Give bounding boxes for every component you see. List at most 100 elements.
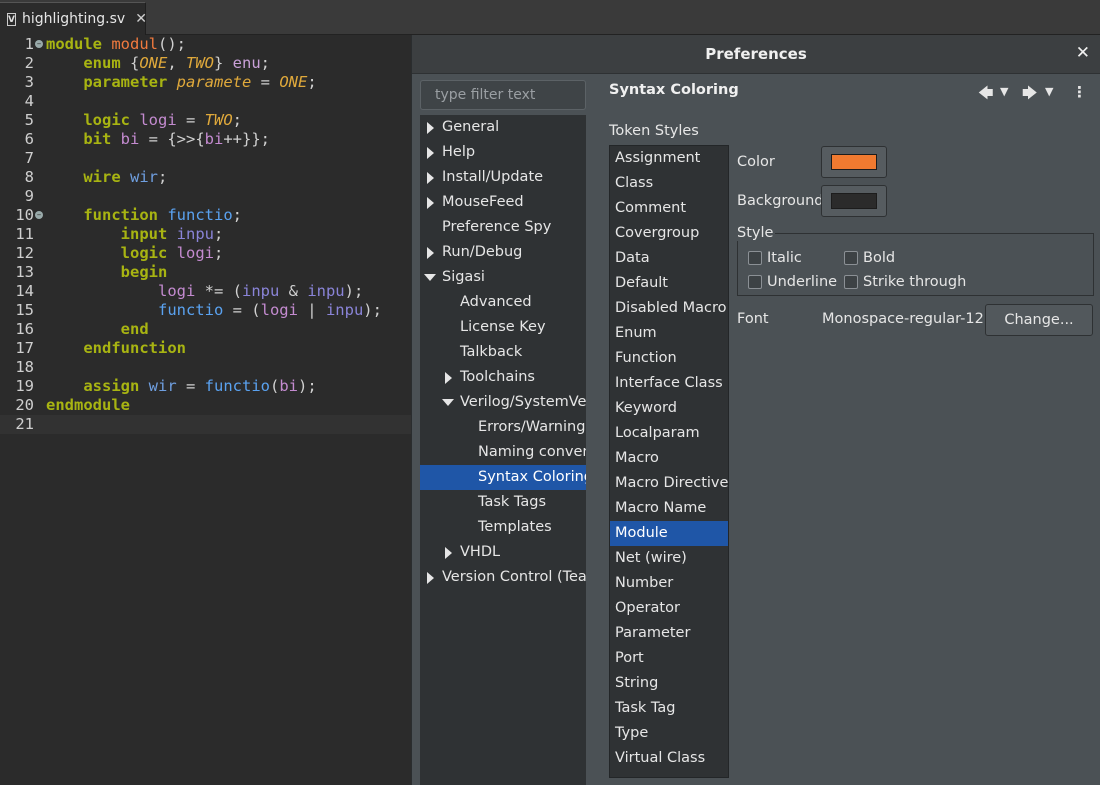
line-number: 10 xyxy=(15,206,34,224)
list-item[interactable]: Virtual Class xyxy=(610,746,728,771)
code-line: 8 wire wir; xyxy=(0,168,412,187)
list-item[interactable]: Enum xyxy=(610,321,728,346)
code-line: 12 logic logi; xyxy=(0,244,412,263)
code-line: 18 xyxy=(0,358,412,377)
close-icon[interactable]: ✕ xyxy=(135,11,147,27)
list-item[interactable]: String xyxy=(610,671,728,696)
font-value: Monospace-regular-12 xyxy=(822,311,984,327)
list-item[interactable]: Macro Directive xyxy=(610,471,728,496)
tree-item-install-update[interactable]: Install/Update xyxy=(420,165,586,190)
line-number: 2 xyxy=(24,54,34,72)
list-item-selected[interactable]: Module xyxy=(610,521,728,546)
tree-item-license-key[interactable]: License Key xyxy=(420,315,586,340)
collapse-arrow-icon[interactable] xyxy=(424,274,436,281)
tree-item-advanced[interactable]: Advanced xyxy=(420,290,586,315)
code-line: 3 parameter paramete = ONE; xyxy=(0,73,412,92)
tree-item-general[interactable]: General xyxy=(420,115,586,140)
close-icon[interactable]: ✕ xyxy=(1076,43,1090,63)
list-item[interactable]: Operator xyxy=(610,596,728,621)
expand-arrow-icon[interactable] xyxy=(445,547,452,559)
line-number: 9 xyxy=(24,187,34,205)
expand-arrow-icon[interactable] xyxy=(427,172,434,184)
tree-item-task-tags[interactable]: Task Tags xyxy=(420,490,586,515)
back-arrow-icon[interactable]: 🡄 xyxy=(978,83,994,108)
tree-item-syntax-coloring[interactable]: Syntax Coloring xyxy=(420,465,586,490)
expand-arrow-icon[interactable] xyxy=(427,572,434,584)
editor-tab-highlighting[interactable]: V highlighting.sv ✕ xyxy=(0,2,147,35)
dialog-title-bar[interactable]: Preferences ✕ xyxy=(412,35,1100,74)
list-item[interactable]: Parameter xyxy=(610,621,728,646)
list-item[interactable]: Net (wire) xyxy=(610,546,728,571)
change-font-button[interactable]: Change... xyxy=(985,304,1093,336)
code-line: 6 bit bi = {>>{bi++}}; xyxy=(0,130,412,149)
more-menu-icon[interactable]: ⋮ xyxy=(1072,83,1087,101)
line-number: 11 xyxy=(15,225,34,243)
filter-input[interactable]: type filter text xyxy=(420,80,586,110)
line-number: 13 xyxy=(15,263,34,281)
tree-item-errors-warnings[interactable]: Errors/Warnings xyxy=(420,415,586,440)
list-item[interactable]: Port xyxy=(610,646,728,671)
underline-label: Underline xyxy=(767,274,838,290)
expand-arrow-icon[interactable] xyxy=(445,372,452,384)
code-line: 5 logic logi = TWO; xyxy=(0,111,412,130)
token-styles-list[interactable]: Assignment Class Comment Covergroup Data… xyxy=(609,145,729,778)
tree-item-preference-spy[interactable]: Preference Spy xyxy=(420,215,586,240)
tree-item-help[interactable]: Help xyxy=(420,140,586,165)
expand-arrow-icon[interactable] xyxy=(427,122,434,134)
list-item[interactable]: Macro Name xyxy=(610,496,728,521)
list-item[interactable]: Type xyxy=(610,721,728,746)
italic-checkbox[interactable] xyxy=(748,251,762,265)
fold-collapse-icon[interactable]: − xyxy=(35,211,43,219)
tree-item-run-debug[interactable]: Run/Debug xyxy=(420,240,586,265)
list-item[interactable]: Covergroup xyxy=(610,221,728,246)
list-item[interactable]: Function xyxy=(610,346,728,371)
list-item[interactable]: Macro xyxy=(610,446,728,471)
tree-item-talkback[interactable]: Talkback xyxy=(420,340,586,365)
line-number: 4 xyxy=(24,92,34,110)
tree-item-sigasi[interactable]: Sigasi xyxy=(420,265,586,290)
tree-item-verilog-systemverilog[interactable]: Verilog/SystemVerilog xyxy=(420,390,586,415)
list-item[interactable]: Data xyxy=(610,246,728,271)
back-history-dropdown-icon[interactable]: ▼ xyxy=(1000,85,1008,98)
tree-item-templates[interactable]: Templates xyxy=(420,515,586,540)
list-item[interactable]: Class xyxy=(610,171,728,196)
collapse-arrow-icon[interactable] xyxy=(442,399,454,406)
list-item[interactable]: Localparam xyxy=(610,421,728,446)
list-item[interactable]: Assignment xyxy=(610,146,728,171)
code-line: 4 xyxy=(0,92,412,111)
list-item[interactable]: Keyword xyxy=(610,396,728,421)
bold-checkbox[interactable] xyxy=(844,251,858,265)
strike-through-checkbox[interactable] xyxy=(844,275,858,289)
line-number: 7 xyxy=(24,149,34,167)
list-item[interactable]: Interface Class xyxy=(610,371,728,396)
expand-arrow-icon[interactable] xyxy=(427,197,434,209)
list-item[interactable]: Comment xyxy=(610,196,728,221)
code-line: 14 logi *= (inpu & inpu); xyxy=(0,282,412,301)
tree-item-version-control[interactable]: Version Control (Team) xyxy=(420,565,586,590)
tree-item-naming-conventions[interactable]: Naming conventions xyxy=(420,440,586,465)
expand-arrow-icon[interactable] xyxy=(427,147,434,159)
underline-checkbox[interactable] xyxy=(748,275,762,289)
tree-item-toolchains[interactable]: Toolchains xyxy=(420,365,586,390)
code-line: 11 input inpu; xyxy=(0,225,412,244)
list-item[interactable]: Task Tag xyxy=(610,696,728,721)
code-editor[interactable]: 1− module modul(); 2 enum {ONE, TWO} enu;… xyxy=(0,35,412,785)
color-swatch xyxy=(831,154,877,170)
tree-item-mousefeed[interactable]: MouseFeed xyxy=(420,190,586,215)
line-number: 3 xyxy=(24,73,34,91)
expand-arrow-icon[interactable] xyxy=(427,247,434,259)
forward-arrow-icon[interactable]: 🡆 xyxy=(1022,83,1038,108)
list-item[interactable]: Default xyxy=(610,271,728,296)
color-picker-button[interactable] xyxy=(821,146,887,178)
forward-history-dropdown-icon[interactable]: ▼ xyxy=(1045,85,1053,98)
list-item[interactable]: Number xyxy=(610,571,728,596)
line-number: 17 xyxy=(15,339,34,357)
background-picker-button[interactable] xyxy=(821,185,887,217)
strike-through-label: Strike through xyxy=(863,274,967,290)
tree-item-vhdl[interactable]: VHDL xyxy=(420,540,586,565)
fold-collapse-icon[interactable]: − xyxy=(35,40,43,48)
font-label: Font xyxy=(737,311,769,327)
background-swatch xyxy=(831,193,877,209)
line-number: 19 xyxy=(15,377,34,395)
list-item[interactable]: Disabled Macro xyxy=(610,296,728,321)
